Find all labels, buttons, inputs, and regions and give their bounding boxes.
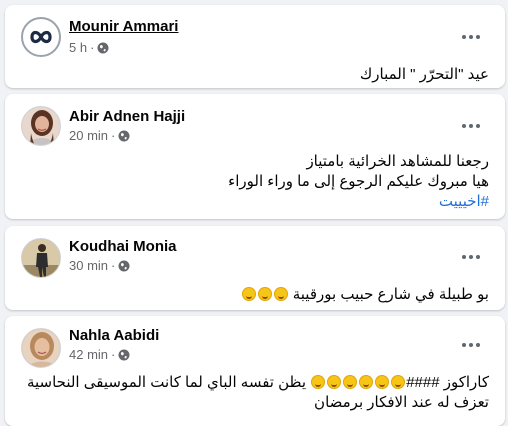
post-card: Mounir Ammari 5 h · عيد "التحرّر " المبا… [5,5,505,88]
post-time[interactable]: 42 min [69,347,108,362]
post-meta: 20 min · [69,128,130,143]
more-options-icon[interactable] [459,336,483,354]
rolling-laughing-emoji [241,287,256,301]
globe-icon [118,349,130,360]
post-meta: 5 h · [69,40,109,55]
post-text-line: رجعنا للمشاهد الخرائية بامتياز [306,153,489,170]
post-time[interactable]: 30 min [69,258,108,273]
separator-dot: · [111,128,116,143]
globe-icon [97,42,109,53]
avatar[interactable] [21,17,61,57]
post-text: كاراكوز #### يظن تفسه الباي لما كانت الم… [27,373,489,413]
rolling-laughing-emoji [327,375,342,389]
post-text-span: بو طبيلة في شارع حبيب بورقيبة [292,286,489,303]
rolling-laughing-emoji [257,287,272,301]
more-options-icon[interactable] [459,28,483,46]
post-text-line: كاراكوز #### يظن تفسه الباي لما كانت الم… [27,373,489,393]
hashtag-link[interactable]: #اخيييت [228,192,489,212]
avatar[interactable] [21,328,61,368]
profile-photo-icon [22,239,60,277]
post-text-line: عيد "التحرّر " المبارك [359,66,489,83]
post-text-span: يظن تفسه الباي لما كانت الموسيقى النحاسي… [26,374,307,391]
post-text-line: بو طبيلة في شارع حبيب بورقيبة [241,285,489,305]
more-options-icon[interactable] [459,248,483,266]
avatar[interactable] [21,106,61,146]
globe-icon [118,260,130,271]
post-time[interactable]: 5 h [69,40,87,55]
author-name[interactable]: Mounir Ammari [69,18,178,35]
post-text-line: تعزف له عند الافكار برمضان [314,394,489,411]
post-text-span: كاراكوز #### [406,374,489,391]
post-card: Koudhai Monia 30 min · بو طبيلة في شارع … [5,226,505,310]
post-meta: 30 min · [69,258,130,273]
author-name[interactable]: Abir Adnen Hajji [69,108,185,125]
profile-photo-icon [22,329,60,367]
avatar[interactable] [21,238,61,278]
infinity-logo-icon [25,21,57,53]
post-time[interactable]: 20 min [69,128,108,143]
profile-photo-icon [22,107,60,145]
post-text: بو طبيلة في شارع حبيب بورقيبة [241,285,489,305]
separator-dot: · [111,347,116,362]
rolling-laughing-emoji [311,375,326,389]
more-options-icon[interactable] [459,117,483,135]
post-text: عيد "التحرّر " المبارك [360,65,489,85]
rolling-laughing-emoji [359,375,374,389]
separator-dot: · [90,40,95,55]
author-name[interactable]: Nahla Aabidi [69,327,159,344]
rolling-laughing-emoji [273,287,288,301]
post-text: رجعنا للمشاهد الخرائية بامتياز هيا مبروك… [228,152,489,212]
post-card: Nahla Aabidi 42 min · كاراكوز #### يظن ت… [5,316,505,426]
rolling-laughing-emoji [391,375,406,389]
author-name[interactable]: Koudhai Monia [69,238,177,255]
post-card: Abir Adnen Hajji 20 min · رجعنا للمشاهد … [5,94,505,219]
globe-icon [118,130,130,141]
post-meta: 42 min · [69,347,130,362]
rolling-laughing-emoji [375,375,390,389]
rolling-laughing-emoji [343,375,358,389]
separator-dot: · [111,258,116,273]
post-text-line: هيا مبروك عليكم الرجوع إلى ما وراء الورا… [228,173,489,190]
